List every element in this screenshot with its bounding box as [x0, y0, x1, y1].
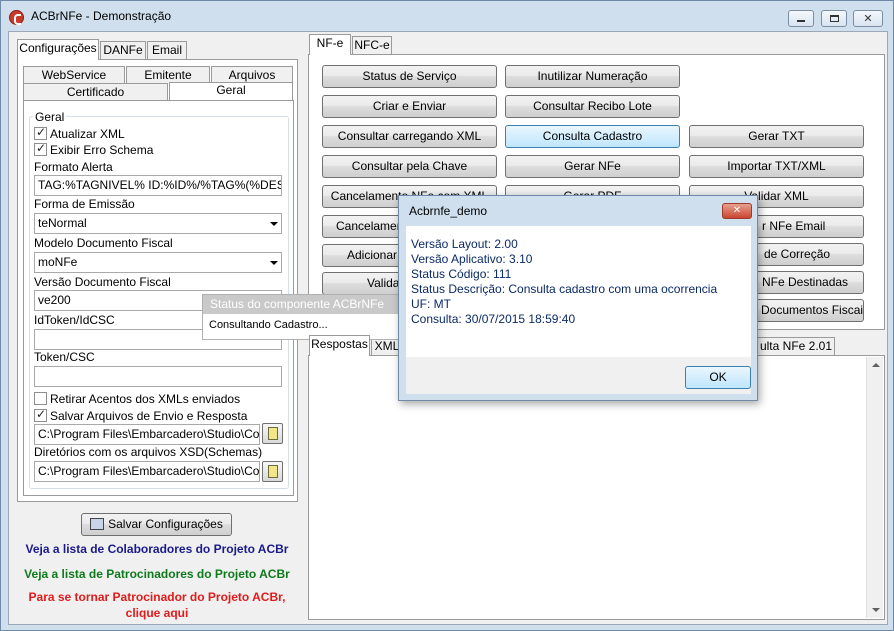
tab-certificado[interactable]: Certificado — [23, 83, 168, 101]
inutilizar-numeracao-button[interactable]: Inutilizar Numeração — [505, 65, 680, 88]
vertical-scrollbar[interactable] — [866, 357, 883, 618]
criar-enviar-button[interactable]: Criar e Enviar — [322, 95, 497, 118]
ok-button[interactable]: OK — [685, 366, 751, 389]
salvar-arquivos-label: Salvar Arquivos de Envio e Resposta — [50, 409, 248, 423]
chevron-down-icon — [270, 261, 278, 265]
path-schemas-field[interactable]: C:\Program Files\Embarcadero\Studio\Comp… — [34, 424, 260, 445]
status-popup-message: Consultando Cadastro... — [209, 319, 328, 331]
importar-txt-xml-button[interactable]: Importar TXT/XML — [689, 155, 864, 178]
scroll-down-icon — [872, 608, 880, 612]
maximize-button[interactable] — [821, 10, 847, 27]
save-icon — [90, 518, 105, 530]
retirar-acentos-label: Retirar Acentos dos XMLs enviados — [50, 392, 241, 406]
patrocinadores-link[interactable]: Veja a lista de Patrocinadores do Projet… — [17, 567, 297, 581]
status-popup: Status do componente ACBrNFe Consultando… — [202, 294, 400, 340]
modelo-value: moNFe — [38, 255, 78, 269]
geral-group-label: Geral — [33, 110, 67, 124]
exibir-erro-checkbox[interactable] — [34, 141, 47, 156]
salvar-configuracoes-label: Salvar Configurações — [108, 517, 223, 531]
dialog-close-button[interactable]: ✕ — [722, 203, 752, 219]
forma-emissao-select[interactable]: teNormal — [34, 213, 282, 234]
colaboradores-link[interactable]: Veja a lista de Colaboradores do Projeto… — [17, 542, 297, 556]
consulta-cadastro-button[interactable]: Consulta Cadastro — [505, 125, 680, 148]
formato-alerta-label: Formato Alerta — [34, 160, 113, 174]
dialog-line-versao-aplicativo: Versão Aplicativo: 3.10 — [411, 252, 533, 266]
title-bar[interactable]: ACBrNFe - Demonstração ✕ — [1, 1, 893, 31]
minimize-icon — [797, 20, 805, 22]
versao-value: ve200 — [38, 293, 71, 307]
token-label: Token/CSC — [34, 350, 95, 364]
forma-emissao-label: Forma de Emissão — [34, 197, 135, 211]
formato-alerta-field[interactable]: TAG:%TAGNIVEL% ID:%ID%/%TAG%(%DESCRICA — [34, 175, 282, 196]
tab-danfe[interactable]: DANFe — [100, 41, 146, 60]
consultar-chave-button[interactable]: Consultar pela Chave — [322, 155, 497, 178]
maximize-icon — [829, 15, 839, 22]
message-dialog: Acbrnfe_demo ✕ Versão Layout: 2.00 Versã… — [398, 195, 758, 401]
modelo-select[interactable]: moNFe — [34, 252, 282, 273]
close-icon: ✕ — [863, 12, 873, 25]
tab-webservice[interactable]: WebService — [23, 66, 125, 84]
modelo-label: Modelo Documento Fiscal — [34, 236, 173, 250]
browse-path-button[interactable] — [262, 423, 283, 444]
tab-email[interactable]: Email — [147, 41, 187, 60]
salvar-configuracoes-button[interactable]: Salvar Configurações — [81, 513, 232, 536]
close-button[interactable]: ✕ — [853, 10, 883, 27]
tab-configuracoes[interactable]: Configurações — [17, 39, 99, 60]
chevron-down-icon — [270, 222, 278, 226]
atualizar-xml-checkbox[interactable] — [34, 125, 47, 140]
status-servico-button[interactable]: Status de Serviço — [322, 65, 497, 88]
atualizar-xml-label: Atualizar XML — [50, 127, 125, 141]
client-area: Configurações DANFe Email WebService Emi… — [8, 31, 888, 625]
consultar-recibo-button[interactable]: Consultar Recibo Lote — [505, 95, 680, 118]
browse-xsd-button[interactable] — [262, 461, 283, 482]
versao-label: Versão Documento Fiscal — [34, 275, 171, 289]
tab-nfe[interactable]: NF-e — [309, 34, 351, 55]
token-field[interactable] — [34, 366, 282, 387]
tab-nfce[interactable]: NFC-e — [352, 36, 392, 55]
status-popup-title: Status do componente ACBrNFe — [203, 295, 399, 314]
scroll-up-icon — [872, 363, 880, 367]
dialog-line-status-descricao: Status Descrição: Consulta cadastro com … — [411, 282, 718, 296]
dialog-line-consulta: Consulta: 30/07/2015 18:59:40 — [411, 312, 576, 326]
gerar-nfe-button[interactable]: Gerar NFe — [505, 155, 680, 178]
folder-icon — [268, 427, 278, 440]
dialog-line-status-codigo: Status Código: 111 — [411, 267, 512, 281]
tab-consulta-nfe-201[interactable]: ulta NFe 2.01 — [757, 337, 835, 356]
dialog-body: Versão Layout: 2.00 Versão Aplicativo: 3… — [406, 226, 751, 357]
dir-schemas-label: Diretórios com os arquivos XSD(Schemas) — [34, 445, 263, 459]
tab-respostas[interactable]: Respostas — [309, 335, 370, 356]
retirar-acentos-checkbox[interactable] — [34, 392, 47, 405]
dialog-line-uf: UF: MT — [411, 297, 451, 311]
app-icon — [9, 10, 24, 25]
forma-emissao-value: teNormal — [38, 216, 87, 230]
gerar-txt-button[interactable]: Gerar TXT — [689, 125, 864, 148]
main-window: ACBrNFe - Demonstração ✕ Configurações D… — [0, 0, 894, 631]
tornar-patrocinador-link-line2[interactable]: clique aqui — [17, 606, 297, 620]
idtoken-label: IdToken/IdCSC — [34, 313, 115, 327]
dialog-title: Acbrnfe_demo — [409, 204, 488, 218]
folder-icon — [268, 465, 278, 478]
window-title: ACBrNFe - Demonstração — [31, 9, 172, 23]
dialog-line-versao-layout: Versão Layout: 2.00 — [411, 237, 518, 251]
consultar-xml-button[interactable]: Consultar carregando XML — [322, 125, 497, 148]
salvar-arquivos-checkbox[interactable] — [34, 407, 47, 422]
close-icon: ✕ — [732, 205, 742, 216]
path-xsd-field[interactable]: C:\Program Files\Embarcadero\Studio\Comp… — [34, 461, 260, 482]
minimize-button[interactable] — [788, 10, 814, 27]
tab-geral[interactable]: Geral — [169, 82, 293, 100]
exibir-erro-label: Exibir Erro Schema — [50, 143, 154, 157]
tornar-patrocinador-link-line1[interactable]: Para se tornar Patrocinador do Projeto A… — [17, 590, 297, 604]
